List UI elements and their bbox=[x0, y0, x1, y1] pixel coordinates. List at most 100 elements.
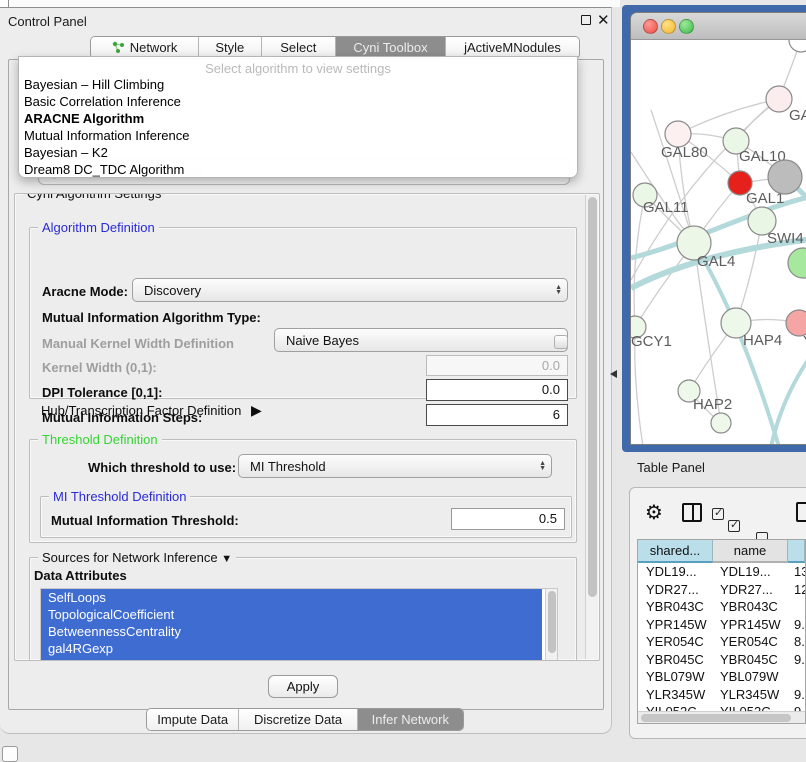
table-row[interactable]: YLR345WYLR345W9. bbox=[638, 686, 805, 704]
collapse-arrow-icon[interactable]: ▼ bbox=[221, 553, 232, 565]
attribute-item-selected[interactable]: gal4RGexp bbox=[41, 640, 542, 657]
attribute-item-selected[interactable]: BetweennessCentrality bbox=[41, 623, 542, 640]
tab-label: Infer Network bbox=[372, 712, 449, 727]
mi-threshold-field[interactable]: 0.5 bbox=[451, 508, 565, 530]
algorithm-placeholder: Select algorithm to view settings bbox=[19, 61, 577, 76]
algorithm-dropdown-list: Select algorithm to view settings Bayesi… bbox=[18, 56, 578, 178]
table-row[interactable]: YBR043CYBR043C bbox=[638, 598, 805, 616]
network-node-label: GAL4 bbox=[697, 253, 735, 270]
table-row[interactable]: YER054CYER054C8. bbox=[638, 633, 805, 651]
mi-type-value: Naive Bayes bbox=[286, 333, 359, 348]
zoom-traffic-light[interactable] bbox=[679, 19, 694, 34]
network-icon bbox=[112, 41, 125, 54]
network-node-label: SWI4 bbox=[767, 230, 804, 247]
tab-label: Network bbox=[130, 40, 178, 55]
minimized-panel-icon[interactable] bbox=[2, 746, 18, 762]
tab-cyni-toolbox[interactable]: Cyni Toolbox bbox=[336, 37, 446, 58]
top-strip bbox=[0, 0, 620, 7]
attributes-scrollbar-thumb[interactable] bbox=[548, 591, 556, 653]
float-window-icon[interactable] bbox=[581, 15, 591, 25]
table-row[interactable]: YBL079WYBL079W bbox=[638, 668, 805, 686]
tab-select[interactable]: Select bbox=[262, 37, 336, 58]
tab-network[interactable]: Network bbox=[91, 37, 199, 58]
combo-arrows-icon: ▲▼ bbox=[539, 455, 546, 477]
aracne-mode-label: Aracne Mode: bbox=[42, 284, 128, 299]
kernel-width-field[interactable]: 0.0 bbox=[426, 355, 568, 376]
combo-arrows-icon: ▲▼ bbox=[555, 279, 562, 301]
table-row[interactable]: YDR27...YDR27...12 bbox=[638, 581, 805, 599]
mouse-cursor bbox=[610, 370, 617, 378]
tab-infer-network[interactable]: Infer Network bbox=[358, 709, 463, 730]
network-canvas[interactable]: GALGAL80GAL10GAL1GAL11SWI4GAL4GCY1HAP4YH… bbox=[631, 40, 806, 445]
sources-group-title: Sources for Network Inference ▼ bbox=[38, 550, 236, 565]
mi-steps-field[interactable]: 6 bbox=[426, 404, 568, 426]
close-traffic-light[interactable] bbox=[643, 19, 658, 34]
manual-kernel-checkbox[interactable] bbox=[554, 335, 568, 349]
apply-button-label: Apply bbox=[287, 679, 320, 694]
apply-button[interactable]: Apply bbox=[268, 675, 338, 698]
hub-definition-toggle[interactable]: Hub/Transcription Factor Definition ▶ bbox=[41, 402, 262, 419]
node-table: shared... name YDL19...YDL19...13 YDR27.… bbox=[637, 539, 806, 724]
table-row[interactable]: YPR145WYPR145W9. bbox=[638, 616, 805, 634]
table-row[interactable]: YIL052CYIL052C9 bbox=[638, 703, 805, 711]
settings-scrollbar[interactable] bbox=[585, 195, 598, 659]
algorithm-option-highlighted[interactable]: ARACNE Algorithm bbox=[24, 111, 144, 126]
algorithm-definition-group: Algorithm Definition Aracne Mode: Discov… bbox=[29, 227, 577, 399]
tab-jactivemnodules[interactable]: jActiveMNodules bbox=[446, 37, 579, 58]
table-panel-title: Table Panel bbox=[637, 460, 705, 475]
network-node[interactable] bbox=[788, 248, 806, 278]
tab-label: Cyni Toolbox bbox=[353, 40, 427, 55]
algorithm-option[interactable]: Bayesian – K2 bbox=[24, 145, 108, 160]
gear-icon[interactable]: ⚙ bbox=[645, 500, 663, 525]
cyni-algorithm-settings-group: Cyni Algorithm Settings Algorithm Defini… bbox=[14, 193, 600, 661]
minimize-traffic-light[interactable] bbox=[661, 19, 676, 34]
table-row[interactable]: YBR045CYBR045C9. bbox=[638, 651, 805, 669]
table-h-scrollbar[interactable] bbox=[638, 711, 805, 724]
checked-box-icon[interactable] bbox=[712, 508, 724, 520]
column-header-partial[interactable] bbox=[788, 540, 805, 563]
settings-scrollbar-thumb[interactable] bbox=[588, 197, 597, 597]
network-node[interactable] bbox=[711, 413, 731, 433]
document-icon-partial[interactable] bbox=[796, 502, 806, 522]
bottom-tabbar: Impute Data Discretize Data Infer Networ… bbox=[146, 708, 464, 731]
split-columns-icon[interactable] bbox=[682, 503, 702, 522]
table-row[interactable]: YDL19...YDL19...13 bbox=[638, 563, 805, 581]
network-node-label: HAP2 bbox=[693, 396, 732, 413]
column-header-name[interactable]: name bbox=[713, 540, 788, 563]
table-h-scrollbar-thumb[interactable] bbox=[641, 714, 791, 722]
algorithm-option[interactable]: Dream8 DC_TDC Algorithm bbox=[24, 162, 184, 177]
control-panel: Control Panel ✕ Network Style Select Cyn… bbox=[0, 7, 612, 734]
network-window-titlebar[interactable] bbox=[631, 13, 806, 40]
algorithm-definition-title: Algorithm Definition bbox=[38, 220, 159, 235]
network-node[interactable] bbox=[789, 40, 806, 52]
close-icon[interactable]: ✕ bbox=[597, 11, 610, 29]
aracne-mode-combobox[interactable]: Discovery ▲▼ bbox=[132, 278, 568, 302]
dpi-tolerance-field[interactable]: 0.0 bbox=[426, 379, 568, 401]
control-panel-title: Control Panel bbox=[8, 14, 87, 29]
attribute-item-selected[interactable]: TopologicalCoefficient bbox=[41, 606, 542, 623]
network-node[interactable] bbox=[768, 160, 802, 194]
attribute-item-clipped[interactable] bbox=[41, 657, 542, 661]
mi-type-combobox[interactable]: Naive Bayes ▲▼ bbox=[274, 328, 568, 352]
threshold-definition-group: Threshold Definition Which threshold to … bbox=[29, 439, 577, 543]
which-threshold-label: Which threshold to use: bbox=[88, 460, 236, 475]
which-threshold-value: MI Threshold bbox=[250, 459, 326, 474]
network-window: GALGAL80GAL10GAL1GAL11SWI4GAL4GCY1HAP4YH… bbox=[630, 12, 806, 445]
checked-box-icon[interactable] bbox=[728, 520, 740, 532]
data-attributes-list[interactable]: SelfLoops TopologicalCoefficient Between… bbox=[40, 588, 558, 661]
attribute-item-selected[interactable]: SelfLoops bbox=[41, 589, 542, 606]
algorithm-option[interactable]: Mutual Information Inference bbox=[24, 128, 189, 143]
tab-discretize-data[interactable]: Discretize Data bbox=[239, 709, 357, 730]
network-node-label: GCY1 bbox=[631, 333, 672, 350]
tab-impute-data[interactable]: Impute Data bbox=[147, 709, 239, 730]
algorithm-option[interactable]: Basic Correlation Inference bbox=[24, 94, 181, 109]
threshold-definition-title: Threshold Definition bbox=[38, 432, 162, 447]
network-node-label: GAL11 bbox=[643, 199, 689, 216]
which-threshold-combobox[interactable]: MI Threshold ▲▼ bbox=[238, 454, 552, 478]
algorithm-option[interactable]: Bayesian – Hill Climbing bbox=[24, 77, 164, 92]
column-header-shared-name[interactable]: shared... bbox=[638, 540, 713, 563]
mi-threshold-group: MI Threshold Definition Mutual Informati… bbox=[40, 496, 572, 538]
tab-style[interactable]: Style bbox=[199, 37, 261, 58]
table-header-row: shared... name bbox=[638, 540, 805, 563]
attributes-scrollbar[interactable] bbox=[545, 589, 557, 661]
